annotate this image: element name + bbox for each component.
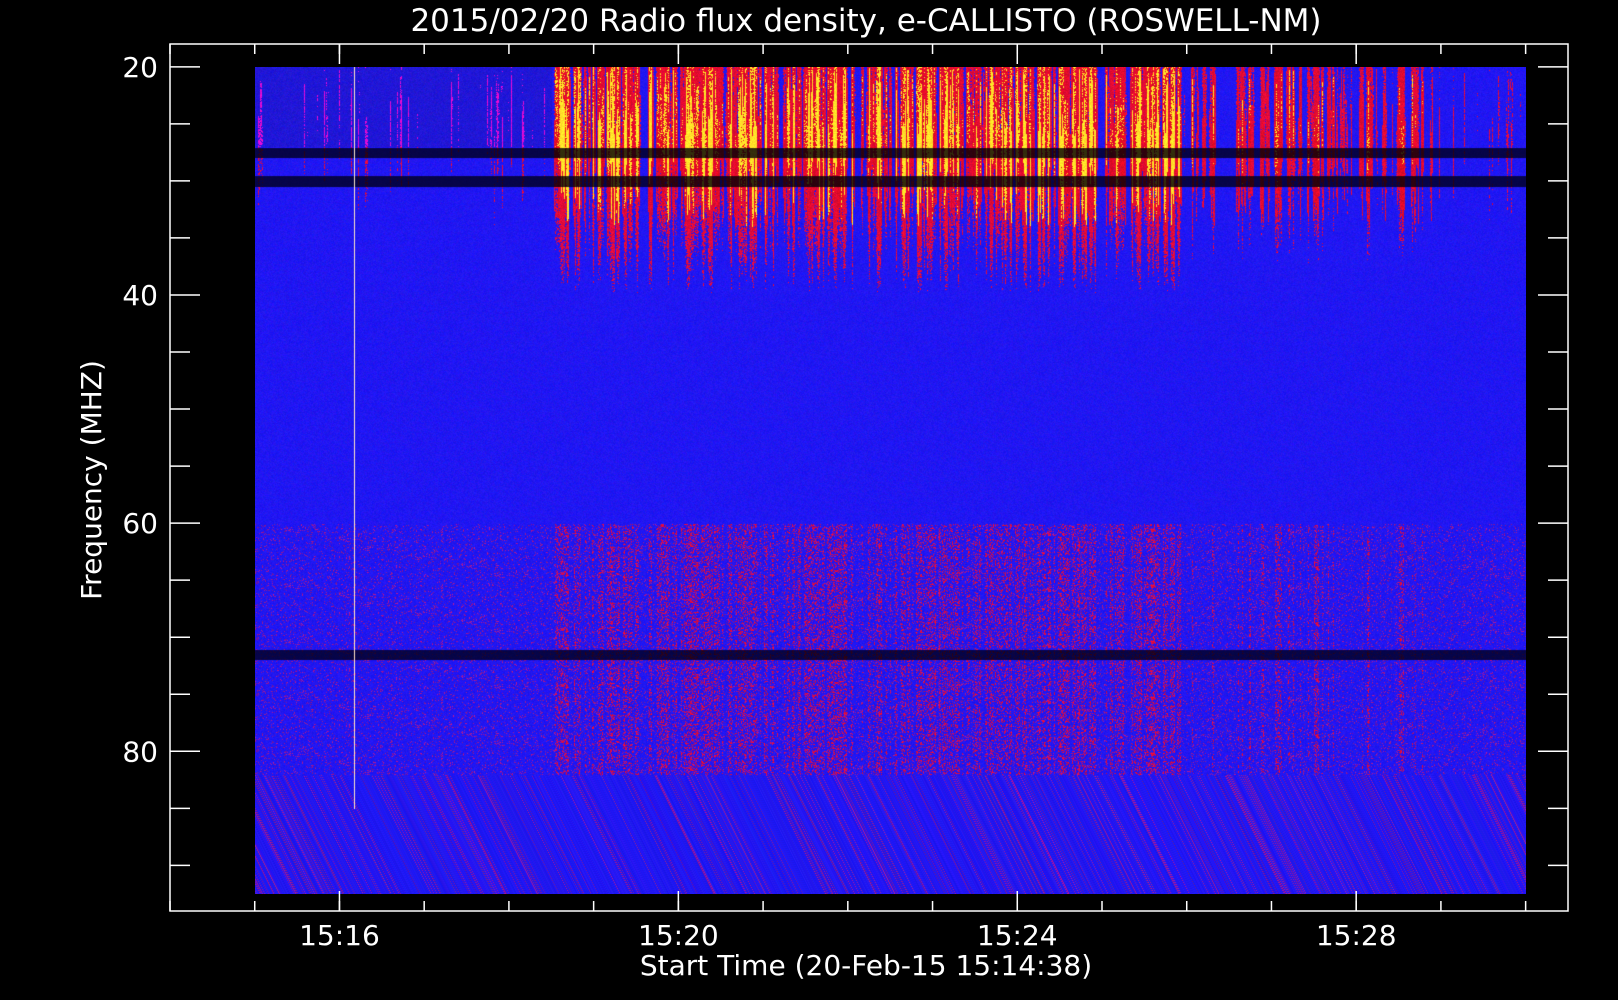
y-tick-label: 20 [122,51,158,84]
y-axis-label: Frequency (MHZ) [75,360,108,600]
chart-title: 2015/02/20 Radio flux density, e-CALLIST… [410,3,1321,39]
x-tick-label: 15:16 [299,919,380,952]
y-tick-label: 60 [122,507,158,540]
heatmap-image [255,67,1526,894]
x-tick-label: 15:28 [1316,919,1397,952]
y-tick-label: 40 [122,279,158,312]
x-axis-label: Start Time (20-Feb-15 15:14:38) [640,949,1092,982]
spectrogram-chart: 2015/02/20 Radio flux density, e-CALLIST… [0,0,1618,1000]
x-tick-label: 15:20 [638,919,719,952]
x-tick-label: 15:24 [977,919,1058,952]
heatmap-raster [255,67,1526,894]
y-tick-label: 80 [122,735,158,768]
